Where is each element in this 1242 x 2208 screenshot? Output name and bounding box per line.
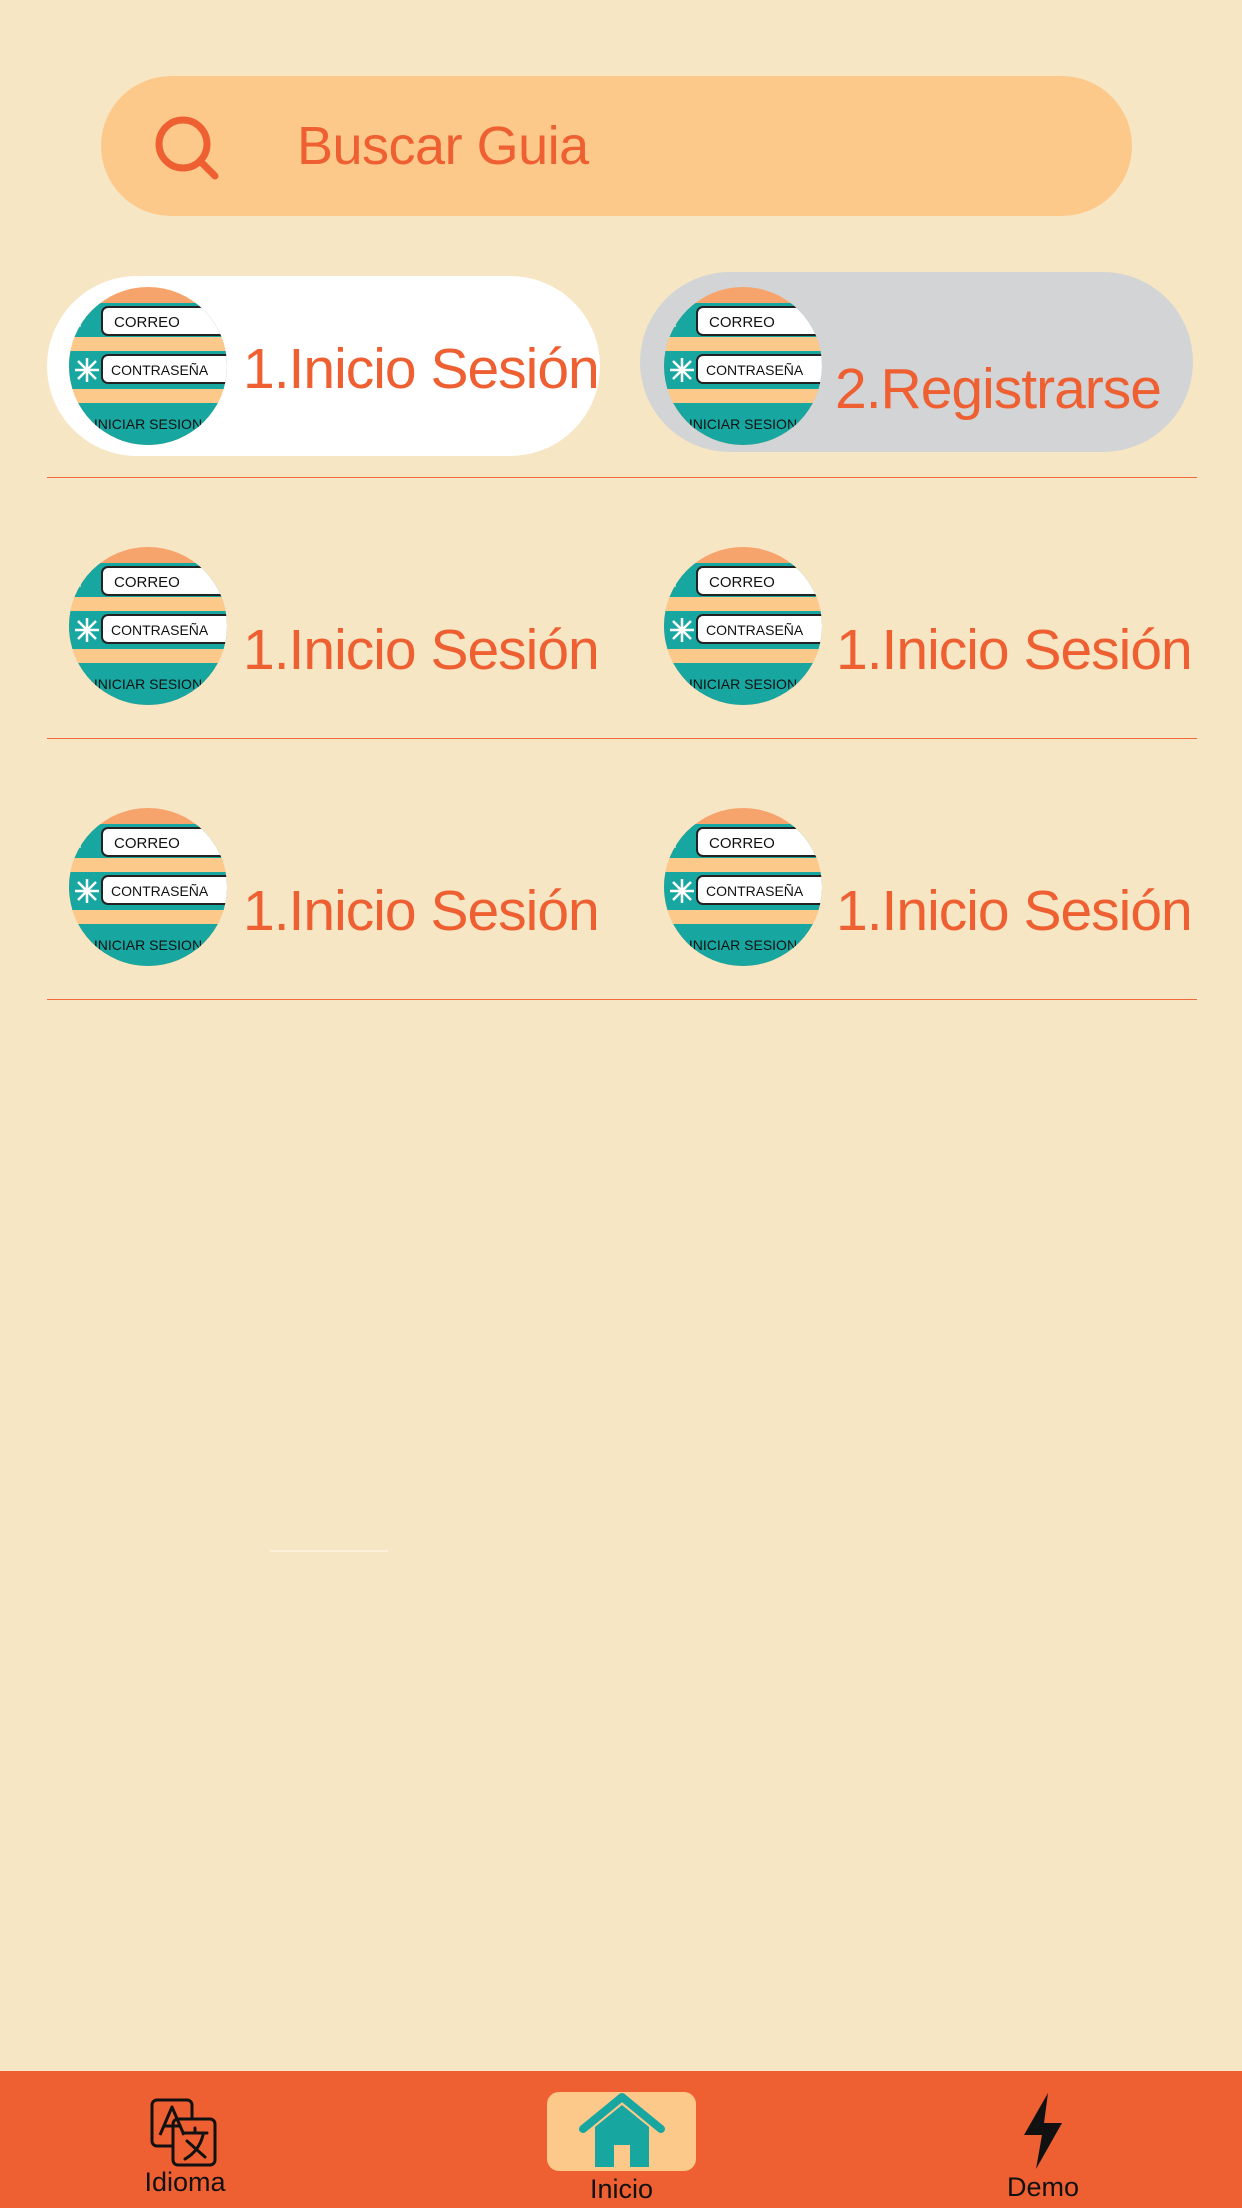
guide-label: 1.Inicio Sesión <box>243 879 600 943</box>
svg-text:CONTRASEÑA: CONTRASEÑA <box>111 883 209 899</box>
search-icon <box>155 116 219 180</box>
svg-text:CORREO: CORREO <box>114 314 180 331</box>
login-thumbnail: CORREO CONTRASEÑA INICIAR SESION <box>664 287 822 445</box>
translate-icon <box>150 2098 217 2167</box>
guide-item-login[interactable]: CORREO CONTRASEÑA INICIAR SESION 1.Inici… <box>47 276 600 456</box>
guide-item-register[interactable]: CORREO CONTRASEÑA INICIAR SESION 2.Regis… <box>640 272 1193 452</box>
login-form-illustration: CORREO CONTRASEÑA INICIAR SESION <box>69 808 227 966</box>
svg-text:INICIAR SESION: INICIAR SESION <box>94 416 202 432</box>
guide-label: 1.Inicio Sesión <box>243 337 600 401</box>
guide-label: 1.Inicio Sesión <box>243 618 600 682</box>
guide-item-login[interactable]: CORREO CONTRASEÑA INICIAR SESION 1.Inici… <box>47 796 600 976</box>
svg-text:INICIAR SESION: INICIAR SESION <box>94 676 202 692</box>
login-thumbnail: CORREO CONTRASEÑA INICIAR SESION <box>664 808 822 966</box>
home-icon <box>579 2093 665 2167</box>
guide-item-login[interactable]: CORREO CONTRASEÑA INICIAR SESION 1.Inici… <box>640 796 1193 976</box>
tab-label: Inicio <box>589 2174 654 2204</box>
guide-label: 1.Inicio Sesión <box>836 879 1193 943</box>
svg-text:CONTRASEÑA: CONTRASEÑA <box>111 362 209 378</box>
login-form-illustration: CORREO CONTRASEÑA INICIAR SESION <box>664 808 822 966</box>
svg-text:CONTRASEÑA: CONTRASEÑA <box>706 883 804 899</box>
tab-bar: Idioma Inicio Demo <box>0 2071 1242 2208</box>
guide-label: 1.Inicio Sesión <box>836 618 1193 682</box>
login-thumbnail: CORREO CONTRASEÑA INICIAR SESION <box>69 287 227 445</box>
search-bar[interactable]: Buscar Guia <box>101 76 1132 216</box>
login-form-illustration: CORREO CONTRASEÑA INICIAR SESION <box>69 547 227 705</box>
search-input[interactable]: Buscar Guia <box>297 76 589 216</box>
tab-idioma[interactable]: Idioma <box>110 2071 260 2208</box>
svg-text:CONTRASEÑA: CONTRASEÑA <box>706 362 804 378</box>
login-thumbnail: CORREO CONTRASEÑA INICIAR SESION <box>69 547 227 705</box>
svg-text:INICIAR SESION: INICIAR SESION <box>689 937 797 953</box>
svg-text:CORREO: CORREO <box>709 314 775 331</box>
svg-text:CONTRASEÑA: CONTRASEÑA <box>706 622 804 638</box>
svg-text:INICIAR SESION: INICIAR SESION <box>689 676 797 692</box>
svg-text:INICIAR SESION: INICIAR SESION <box>689 416 797 432</box>
tab-label: Demo <box>1006 2172 1080 2202</box>
row-divider <box>47 477 1197 478</box>
tab-demo[interactable]: Demo <box>968 2071 1118 2208</box>
divider <box>270 1550 388 1552</box>
lightning-icon <box>1024 2093 1062 2169</box>
svg-text:CONTRASEÑA: CONTRASEÑA <box>111 622 209 638</box>
svg-text:CORREO: CORREO <box>114 574 180 591</box>
guide-label: 2.Registrarse <box>835 357 1162 421</box>
guide-item-login[interactable]: CORREO CONTRASEÑA INICIAR SESION 1.Inici… <box>47 535 600 715</box>
guide-item-login[interactable]: CORREO CONTRASEÑA INICIAR SESION 1.Inici… <box>640 535 1193 715</box>
login-form-illustration: CORREO CONTRASEÑA INICIAR SESION <box>664 547 822 705</box>
row-divider <box>47 999 1197 1000</box>
svg-text:CORREO: CORREO <box>114 835 180 852</box>
row-divider <box>47 738 1197 739</box>
login-form-illustration: CORREO CONTRASEÑA INICIAR SESION <box>664 287 822 445</box>
tab-inicio[interactable]: Inicio <box>547 2071 696 2208</box>
login-thumbnail: CORREO CONTRASEÑA INICIAR SESION <box>664 547 822 705</box>
login-form-illustration: CORREO CONTRASEÑA INICIAR SESION <box>69 287 227 445</box>
svg-text:INICIAR SESION: INICIAR SESION <box>94 937 202 953</box>
tab-label: Idioma <box>144 2167 226 2197</box>
login-thumbnail: CORREO CONTRASEÑA INICIAR SESION <box>69 808 227 966</box>
svg-text:CORREO: CORREO <box>709 574 775 591</box>
svg-text:CORREO: CORREO <box>709 835 775 852</box>
